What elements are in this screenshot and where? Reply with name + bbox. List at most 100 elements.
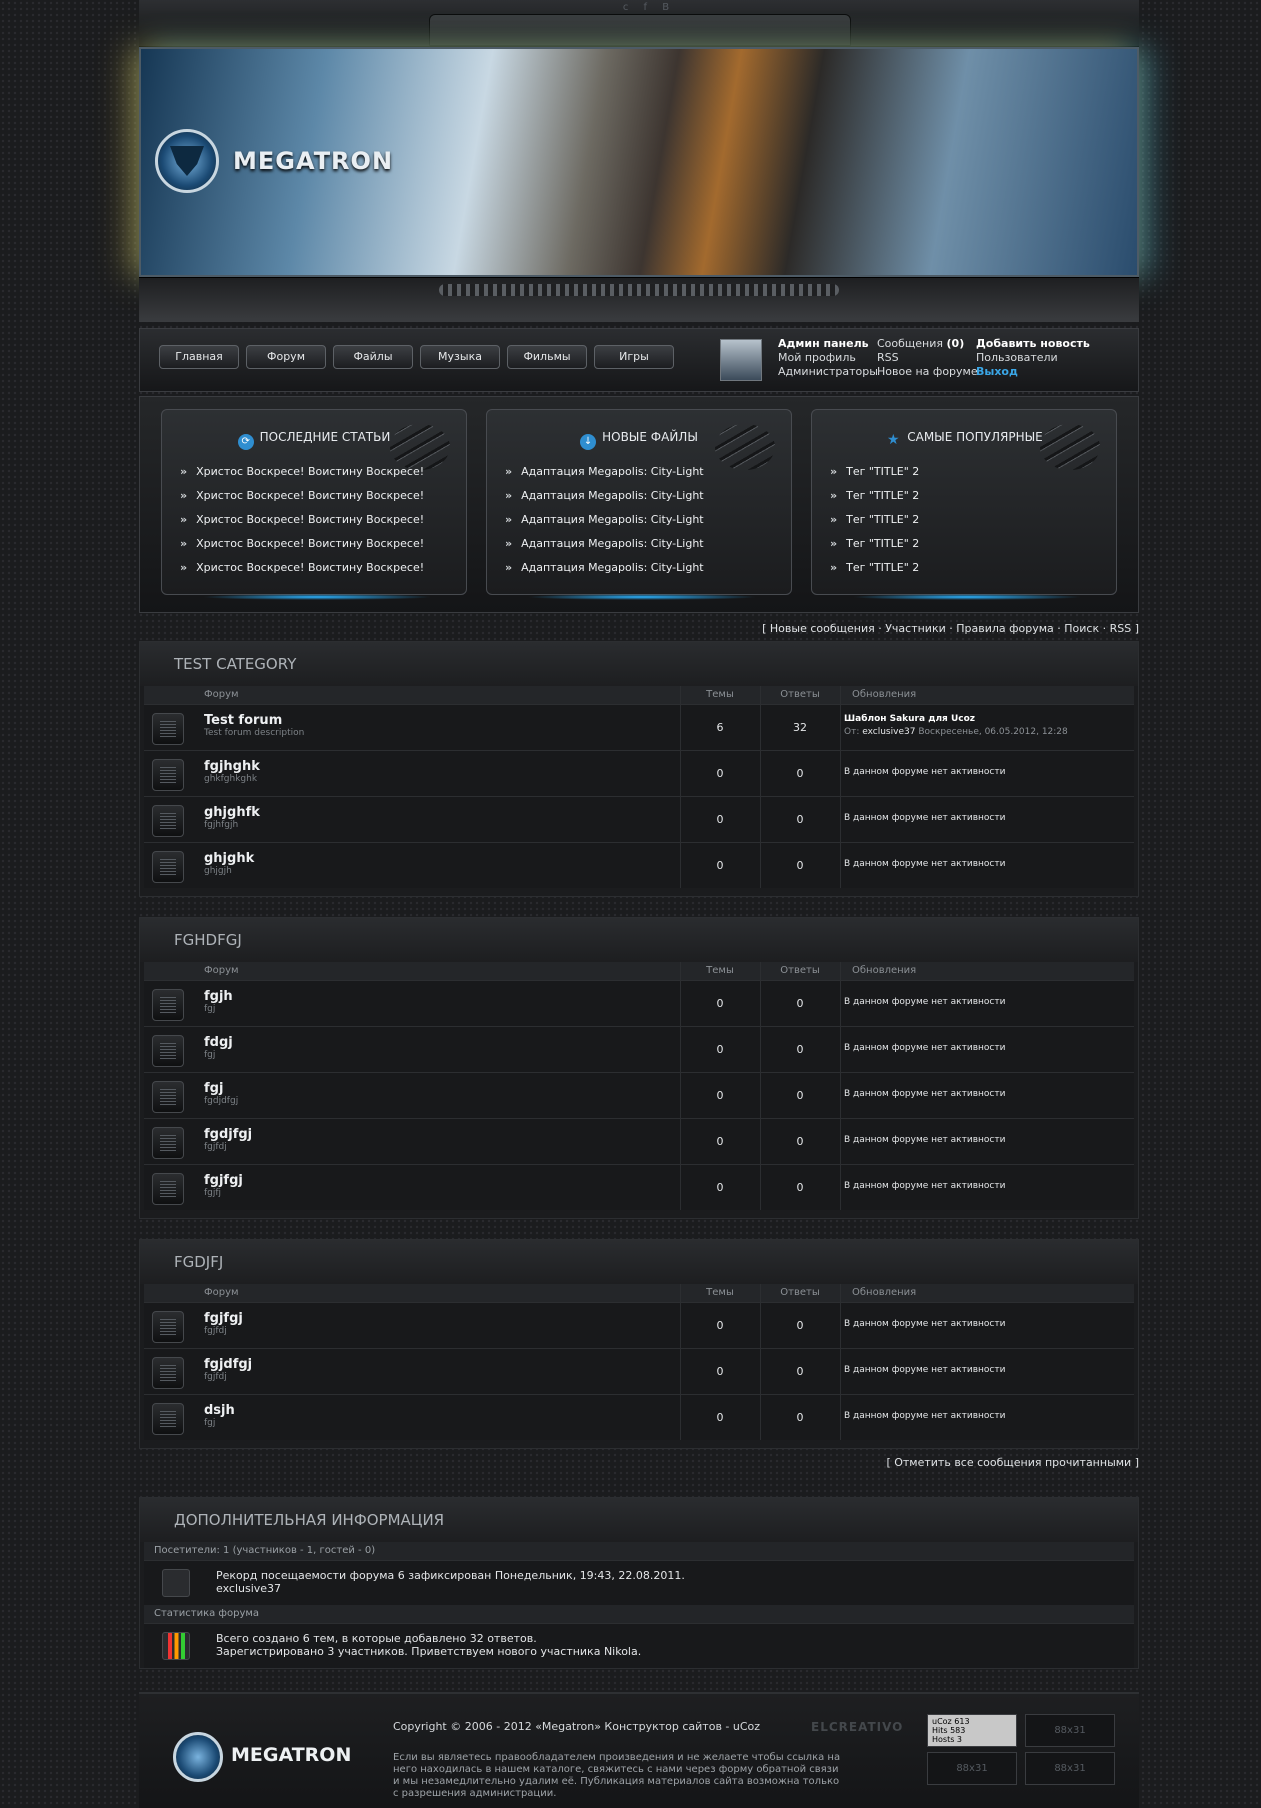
no-activity: В данном форуме нет активности	[844, 1135, 1006, 1145]
no-activity: В данном форуме нет активности	[844, 997, 1006, 1007]
forum-link[interactable]: fgjfgj	[204, 1173, 243, 1188]
banner-88x31[interactable]: 88x31	[1025, 1714, 1115, 1747]
no-activity: В данном форуме нет активности	[844, 1043, 1006, 1053]
nav-films[interactable]: Фильмы	[507, 345, 587, 369]
footer-logo-icon[interactable]	[173, 1732, 223, 1782]
answers-count: 0	[796, 997, 804, 1010]
new-on-forum-link[interactable]: Новое на форуме	[877, 365, 978, 378]
info-title: ДОПОЛНИТЕЛЬНАЯ ИНФОРМАЦИЯ	[140, 1498, 1138, 1542]
forum-link[interactable]: Test forum	[204, 713, 282, 728]
file-link[interactable]: Адаптация Megapolis: City-Light	[505, 532, 704, 556]
file-link[interactable]: Адаптация Megapolis: City-Light	[505, 508, 704, 532]
banner-88x31[interactable]: 88x31	[927, 1752, 1017, 1785]
banner-88x31[interactable]: 88x31	[1025, 1752, 1115, 1785]
social-icons[interactable]: c f B	[614, 2, 684, 13]
forum-category: FGHDFGJ Форум Темы Ответы Обновления fgj…	[139, 917, 1139, 1219]
stats-chart-icon	[162, 1632, 190, 1660]
forum-link[interactable]: ghjghk	[204, 851, 254, 866]
col-updates: Обновления	[852, 1287, 917, 1298]
file-link[interactable]: Адаптация Megapolis: City-Light	[505, 460, 704, 484]
forum-link[interactable]: ghjghfk	[204, 805, 260, 820]
logout-link[interactable]: Выход	[976, 365, 1018, 378]
col-updates: Обновления	[852, 965, 917, 976]
answers-count: 0	[796, 1411, 804, 1424]
answers-count: 0	[796, 1135, 804, 1148]
forum-link[interactable]: fgjh	[204, 989, 233, 1004]
most-popular-block: ★САМЫЕ ПОПУЛЯРНЫЕ Тег "TITLE" 2 Тег "TIT…	[811, 409, 1117, 600]
themes-count: 0	[716, 997, 724, 1010]
nav-music[interactable]: Музыка	[420, 345, 500, 369]
forum-link[interactable]: fgjfgj	[204, 1311, 243, 1326]
article-link[interactable]: Христос Воскресе! Воистину Воскресе!	[180, 484, 424, 508]
my-profile-link[interactable]: Мой профиль	[778, 351, 856, 364]
forum-status-icon	[152, 1127, 184, 1159]
record-line: Рекорд посещаемости форума 6 зафиксирова…	[216, 1569, 685, 1582]
forum-link[interactable]: fgj	[204, 1081, 223, 1096]
popular-link[interactable]: Тег "TITLE" 2	[830, 460, 919, 484]
file-link[interactable]: Адаптация Megapolis: City-Light	[505, 484, 704, 508]
nav-games[interactable]: Игры	[594, 345, 674, 369]
forum-description: fgjfj	[204, 1188, 222, 1198]
answers-count: 32	[793, 721, 807, 734]
popular-link[interactable]: Тег "TITLE" 2	[830, 484, 919, 508]
category-title[interactable]: TEST CATEGORY	[140, 642, 1138, 686]
rss-link[interactable]: RSS	[877, 351, 899, 364]
administrators-link[interactable]: Администраторы	[778, 365, 878, 378]
user-links-col3: Добавить новость Пользователи Выход	[976, 337, 1090, 379]
col-themes: Темы	[706, 1287, 734, 1298]
forum-status-icon	[152, 759, 184, 791]
forum-row: fgjfgj fgjfdj 0 0 В данном форуме нет ак…	[144, 1302, 1134, 1348]
add-news-link[interactable]: Добавить новость	[976, 337, 1090, 350]
no-activity: В данном форуме нет активности	[844, 1365, 1006, 1375]
block-title: ★ САМЫЕ ПОПУЛЯРНЫЕ	[886, 430, 1043, 448]
user-avatar[interactable]	[720, 339, 762, 381]
site-title[interactable]: MEGATRON	[233, 147, 393, 175]
forum-quick-links[interactable]: [ Новые сообщения · Участники · Правила …	[139, 619, 1139, 639]
forum-link[interactable]: fgjhghk	[204, 759, 260, 774]
article-link[interactable]: Христос Воскресе! Воистину Воскресе!	[180, 532, 424, 556]
forum-status-icon	[152, 1403, 184, 1435]
messages-link[interactable]: Сообщения (0)	[877, 337, 964, 350]
ucoz-counter[interactable]: uCoz 613 Hits 583 Hosts 3	[927, 1714, 1017, 1747]
category-title[interactable]: FGDJFJ	[140, 1240, 1138, 1284]
article-link[interactable]: Христос Воскресе! Воистину Воскресе!	[180, 556, 424, 580]
forum-category: FGDJFJ Форум Темы Ответы Обновления fgjf…	[139, 1239, 1139, 1449]
article-link[interactable]: Христос Воскресе! Воистину Воскресе!	[180, 460, 424, 484]
header-banner: MEGATRON	[139, 47, 1139, 277]
file-link[interactable]: Адаптация Megapolis: City-Light	[505, 556, 704, 580]
admin-panel-link[interactable]: Админ панель	[778, 337, 869, 350]
col-forum: Форум	[204, 965, 239, 976]
no-activity: В данном форуме нет активности	[844, 1181, 1006, 1191]
popular-link[interactable]: Тег "TITLE" 2	[830, 532, 919, 556]
designer-credit[interactable]: ELCREATIVO	[811, 1720, 903, 1734]
forum-link[interactable]: fgdjfgj	[204, 1127, 252, 1142]
record-user-link[interactable]: exclusive37	[216, 1582, 281, 1595]
forum-status-icon	[152, 1311, 184, 1343]
footer-title: MEGATRON	[231, 1744, 352, 1766]
additional-info: ДОПОЛНИТЕЛЬНАЯ ИНФОРМАЦИЯ Посетители: 1 …	[139, 1497, 1139, 1669]
themes-count: 0	[716, 1411, 724, 1424]
users-link[interactable]: Пользователи	[976, 351, 1058, 364]
category-title[interactable]: FGHDFGJ	[140, 918, 1138, 962]
forum-status-icon	[152, 1357, 184, 1389]
last-post-link[interactable]: Шаблон Sakura для Ucoz	[844, 714, 975, 724]
forum-row: fgjhghk ghkfghkghk 0 0 В данном форуме н…	[144, 750, 1134, 796]
col-themes: Темы	[706, 689, 734, 700]
last-post-user-link[interactable]: exclusive37	[862, 727, 915, 737]
forum-status-icon	[152, 1035, 184, 1067]
article-link[interactable]: Христос Воскресе! Воистину Воскресе!	[180, 508, 424, 532]
popular-link[interactable]: Тег "TITLE" 2	[830, 508, 919, 532]
forum-link[interactable]: dsjh	[204, 1403, 235, 1418]
themes-count: 0	[716, 1043, 724, 1056]
megatron-logo-icon[interactable]	[155, 129, 219, 193]
popular-link[interactable]: Тег "TITLE" 2	[830, 556, 919, 580]
nav-home[interactable]: Главная	[159, 345, 239, 369]
themes-count: 0	[716, 1181, 724, 1194]
forum-status-icon	[152, 851, 184, 883]
nav-forum[interactable]: Форум	[246, 345, 326, 369]
forum-link[interactable]: fdgj	[204, 1035, 233, 1050]
forum-link[interactable]: fgjdfgj	[204, 1357, 252, 1372]
forum-row: fgj fgdjdfgj 0 0 В данном форуме нет акт…	[144, 1072, 1134, 1118]
nav-files[interactable]: Файлы	[333, 345, 413, 369]
mark-all-read-link[interactable]: [ Отметить все сообщения прочитанными ]	[139, 1453, 1139, 1493]
